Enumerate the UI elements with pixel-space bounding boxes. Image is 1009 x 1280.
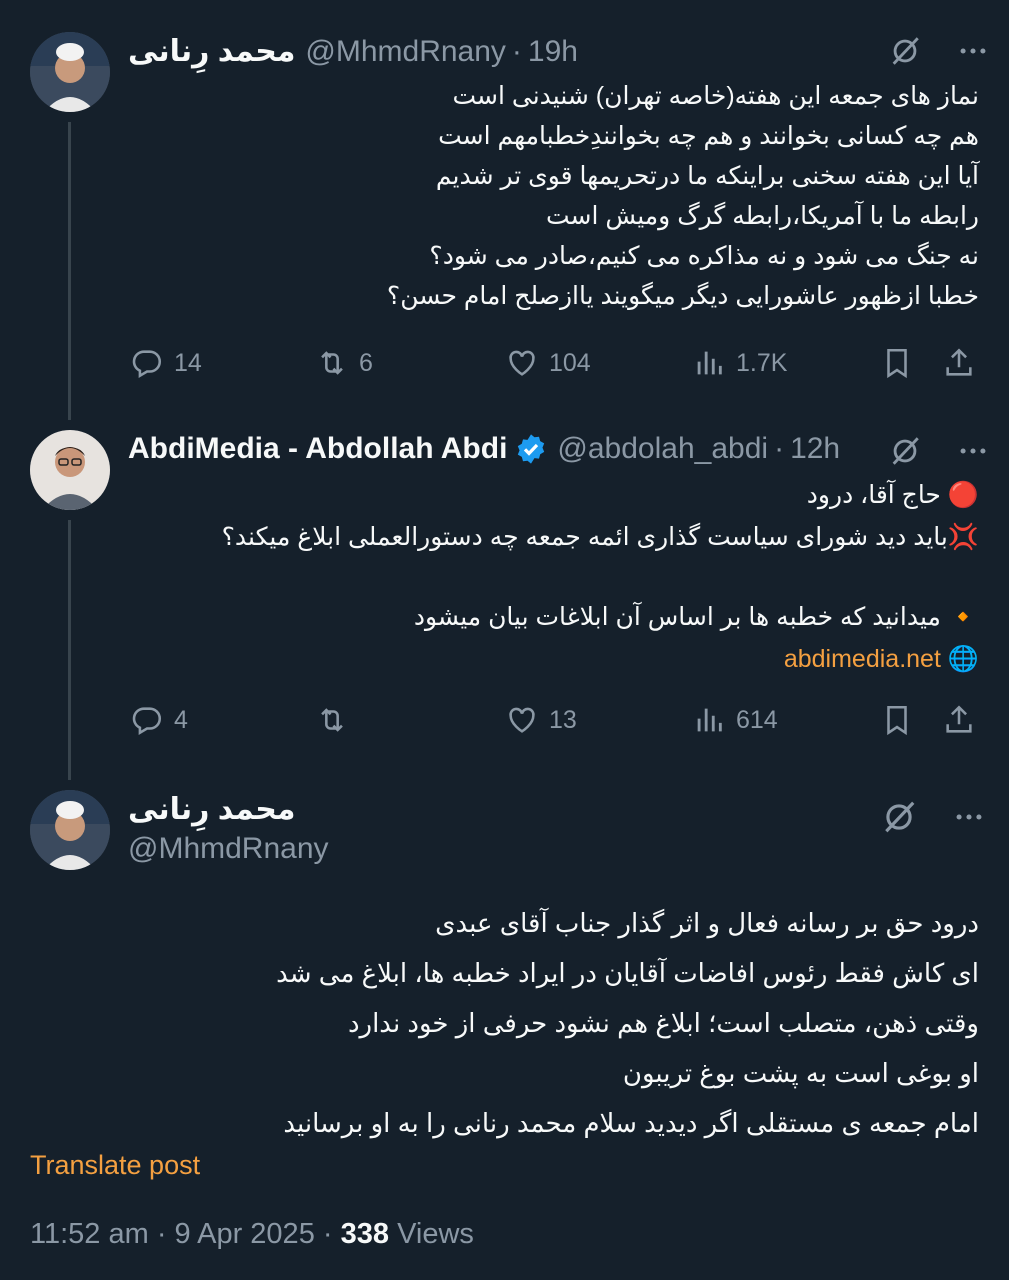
translate-post-link[interactable]: Translate post <box>30 1150 200 1181</box>
reply-icon <box>130 703 164 737</box>
repost-icon <box>315 346 349 380</box>
view-count: 614 <box>736 705 778 734</box>
repost-icon <box>315 703 349 737</box>
views-button[interactable]: 614 <box>692 703 778 737</box>
views-label: Views <box>397 1218 474 1250</box>
share-icon <box>942 346 976 380</box>
separator: · <box>774 432 785 465</box>
avatar[interactable] <box>30 430 110 510</box>
share-icon <box>942 703 976 737</box>
reply-count: 4 <box>174 705 188 734</box>
views-button[interactable]: 1.7K <box>692 346 787 380</box>
text-line: آیا این هفته سخنی براینکه ما درتحریمها ق… <box>435 162 979 190</box>
views-icon <box>692 346 726 380</box>
tweet-header: AbdiMedia - Abdollah Abdi @abdolah_abdi … <box>128 432 840 466</box>
display-name[interactable]: محمد رِنانی <box>128 34 295 69</box>
display-name[interactable]: AbdiMedia - Abdollah Abdi <box>128 432 507 466</box>
user-handle[interactable]: @MhmdRnany <box>305 35 506 69</box>
more-icon[interactable] <box>956 434 990 468</box>
like-icon <box>505 703 539 737</box>
tweet-1: محمد رِنانی @MhmdRnany · 19h نماز های جم… <box>0 0 1009 420</box>
text-line: امام جمعه ی مستقلی اگر دیدید سلام محمد ر… <box>283 1108 979 1138</box>
share-button[interactable] <box>942 346 976 380</box>
repost-button[interactable] <box>315 703 349 737</box>
grok-icon[interactable] <box>888 434 922 468</box>
thread-line <box>68 520 71 780</box>
text-line: 🔸 میدانید که خطبه ها بر اساس آن ابلاغات … <box>413 603 979 631</box>
more-icon[interactable] <box>956 34 990 68</box>
text-line: رابطه ما با آمریکا،رابطه گرگ ومیش است <box>545 202 979 230</box>
text-line: نماز های جمعه این هفته(خاصه تهران) شنیدن… <box>452 82 979 110</box>
like-count: 104 <box>549 348 591 377</box>
text-line: ای کاش فقط رئوس افاضات آقایان در ایراد خ… <box>276 958 979 988</box>
tweet-text: نماز های جمعه این هفته(خاصه تهران) شنیدن… <box>387 76 979 316</box>
tweet-top-icons <box>888 34 990 68</box>
text-line: خطبا ازظهور عاشورایی دیگر میگویند یاازصل… <box>386 282 979 310</box>
display-name[interactable]: محمد رِنانی <box>128 792 295 827</box>
bookmark-icon <box>880 703 914 737</box>
tweet-2: AbdiMedia - Abdollah Abdi @abdolah_abdi … <box>0 420 1009 780</box>
anger-emoji: 💢 <box>947 523 979 551</box>
timestamp[interactable]: 19h <box>528 35 578 69</box>
website-link[interactable]: abdimedia.net <box>784 645 941 673</box>
text-line: هم چه کسانی بخوانند و هم چه بخوانندِخطبا… <box>438 122 979 150</box>
text-line: وقتی ذهن، متصلب است؛ ابلاغ هم نشود حرفی … <box>347 1008 979 1038</box>
tweet-text: درود حق بر رسانه فعال و اثر گذار جناب آق… <box>276 898 979 1148</box>
text-line: نه جنگ می شود و نه مذاکره می کنیم،صادر م… <box>429 242 979 270</box>
red-circle-emoji: 🔴 <box>947 481 979 509</box>
reply-count: 14 <box>174 348 202 377</box>
avatar-image <box>30 430 110 510</box>
action-bar: 14 6 104 1.7K <box>130 346 980 386</box>
action-bar: 4 13 614 <box>130 703 980 743</box>
bookmark-button[interactable] <box>880 703 914 737</box>
user-handle[interactable]: @MhmdRnany <box>128 832 329 866</box>
avatar-image <box>30 32 110 112</box>
bookmark-icon <box>880 346 914 380</box>
grok-icon[interactable] <box>880 798 918 836</box>
view-count: 1.7K <box>736 348 788 377</box>
diamond-emoji: 🔸 <box>947 603 979 631</box>
repost-button[interactable]: 6 <box>315 346 373 380</box>
tweet-3-main: محمد رِنانی @MhmdRnany درود حق بر رسانه … <box>0 780 1009 1280</box>
text-line: 💢باید دید شورای سیاست گذاری ائمه جمعه چه… <box>221 523 979 551</box>
text-line: 🔴 حاج آقا، درود <box>806 481 979 509</box>
like-count: 13 <box>549 705 577 734</box>
thread-line <box>68 122 71 420</box>
views-icon <box>692 703 726 737</box>
separator: · <box>511 34 522 68</box>
reply-button[interactable]: 14 <box>130 346 202 380</box>
like-icon <box>505 346 539 380</box>
globe-emoji: 🌐 <box>947 645 979 673</box>
bookmark-button[interactable] <box>880 346 914 380</box>
repost-count: 6 <box>359 348 373 377</box>
like-button[interactable]: 13 <box>505 703 577 737</box>
tweet-top-icons <box>888 434 990 468</box>
more-icon[interactable] <box>952 800 986 834</box>
text-line: 🌐 abdimedia.net <box>222 638 979 680</box>
tweet-top-icons <box>880 798 986 836</box>
text-line: او بوغی است به پشت بوغ تریبون <box>622 1058 979 1088</box>
text-line: درود حق بر رسانه فعال و اثر گذار جناب آق… <box>435 908 979 938</box>
share-button[interactable] <box>942 703 976 737</box>
grok-icon[interactable] <box>888 34 922 68</box>
avatar[interactable] <box>30 32 110 112</box>
tweet-header: محمد رِنانی @MhmdRnany · 19h <box>128 34 578 69</box>
reply-icon <box>130 346 164 380</box>
timestamp[interactable]: 12h <box>790 432 840 466</box>
view-count: 338 <box>340 1218 389 1250</box>
post-timestamp[interactable]: 11:52 am · 9 Apr 2025 · <box>30 1218 333 1250</box>
avatar-image <box>30 790 110 870</box>
post-meta: 11:52 am · 9 Apr 2025 · 338 Views <box>30 1218 474 1251</box>
user-handle[interactable]: @abdolah_abdi <box>557 432 768 466</box>
reply-button[interactable]: 4 <box>130 703 188 737</box>
like-button[interactable]: 104 <box>505 346 591 380</box>
verified-badge-icon <box>518 434 545 464</box>
avatar[interactable] <box>30 790 110 870</box>
tweet-text: 🔴 حاج آقا، درود 💢باید دید شورای سیاست گذ… <box>222 474 979 680</box>
